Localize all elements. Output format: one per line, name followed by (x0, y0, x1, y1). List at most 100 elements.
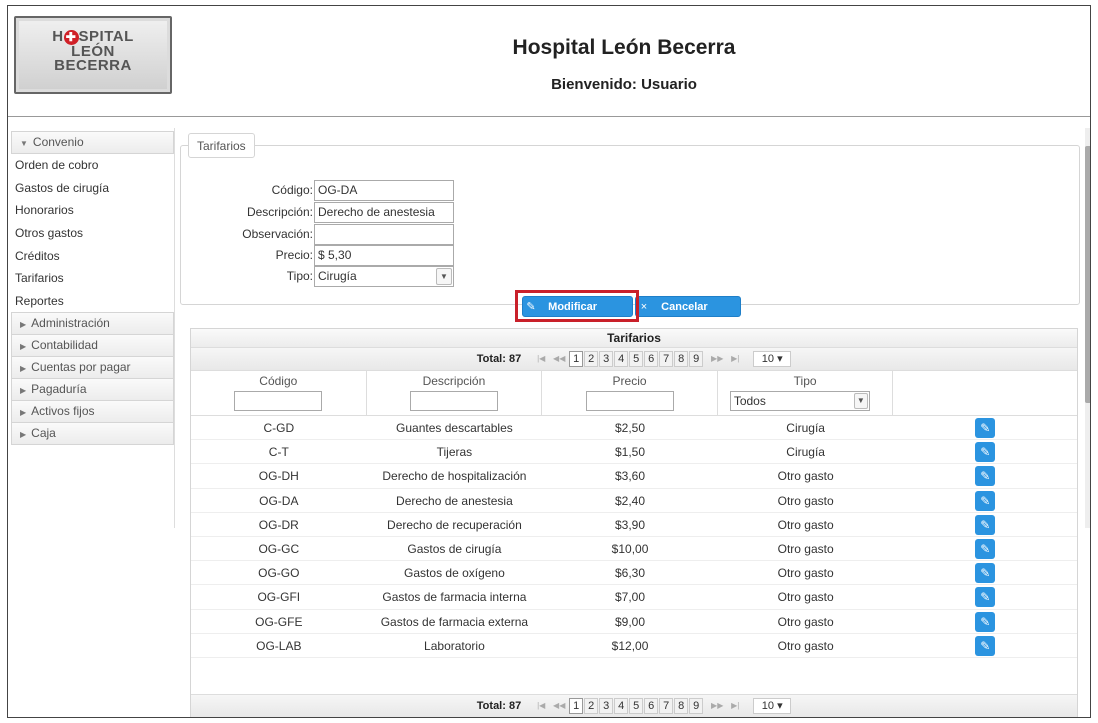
sidebar-section-convenio[interactable]: ▼ Convenio (11, 131, 174, 154)
next-page-icon[interactable]: ▶▶ (709, 351, 725, 367)
page-8[interactable]: 8 (674, 351, 689, 367)
tipo-select[interactable]: Cirugía ▼ (314, 265, 454, 287)
cancelar-button[interactable]: × Cancelar (635, 296, 741, 317)
edit-icon[interactable]: ✎ (975, 490, 996, 511)
page-2[interactable]: 2 (584, 698, 599, 714)
table-row[interactable]: OG-LAB Laboratorio $12,00 Otro gasto ✎ (191, 634, 1077, 658)
app-frame: H ✚ SPITAL LEÓN BECERRA Hospital León Becerr… (7, 5, 1091, 718)
table-row[interactable]: OG-GO Gastos de oxígeno $6,30 Otro gasto ✎ (191, 561, 1077, 586)
sidebar-section-cuentas-por-pagar[interactable]: ▶ Cuentas por pagar (11, 355, 174, 379)
chevron-down-icon[interactable]: ▼ (436, 267, 452, 285)
descripcion-row: Descripción: (208, 201, 454, 223)
sidebar-section-administracion[interactable]: ▶ Administración (11, 311, 174, 335)
paginator-bottom: Total: 87 |◀ ◀◀ 1 2 3 4 5 6 7 8 9 ▶▶ ▶| … (191, 694, 1077, 717)
prev-page-icon[interactable]: ◀◀ (551, 351, 567, 367)
first-page-icon[interactable]: |◀ (533, 351, 549, 367)
col-actions (893, 371, 1077, 415)
highlight-box (515, 290, 639, 322)
sidebar-item-gastos-de-cirugia[interactable]: Gastos de cirugía (11, 177, 174, 200)
scrollbar[interactable] (1085, 128, 1090, 528)
page-5[interactable]: 5 (629, 351, 644, 367)
codigo-label: Código: (271, 183, 313, 197)
precio-filter-input[interactable] (585, 391, 674, 411)
tipo-label: Tipo: (286, 269, 313, 283)
sidebar-section-caja[interactable]: ▶ Caja (11, 421, 174, 445)
first-page-icon[interactable]: |◀ (533, 698, 549, 714)
chevron-right-icon: ▶ (20, 341, 27, 351)
page-6[interactable]: 6 (644, 698, 659, 714)
rows-per-page-select[interactable]: 10 ▾ (753, 351, 792, 367)
table-row[interactable]: OG-GFI Gastos de farmacia interna $7,00 Otr… (191, 585, 1077, 610)
page-9[interactable]: 9 (689, 351, 704, 367)
edit-icon[interactable]: ✎ (975, 563, 996, 584)
chevron-right-icon: ▶ (20, 385, 27, 395)
col-codigo: Código (191, 371, 367, 415)
descripcion-field[interactable] (314, 201, 454, 223)
table-row[interactable]: OG-GFE Gastos de farmacia externa $9,00 Otr… (191, 610, 1077, 634)
last-page-icon[interactable]: ▶| (727, 351, 743, 367)
table-row[interactable]: C-GD Guantes descartables $2,50 Cirugía ✎ (191, 416, 1077, 441)
sidebar-item-orden-de-cobro[interactable]: Orden de cobro (11, 154, 174, 177)
sidebar-section-contabilidad[interactable]: ▶ Contabilidad (11, 333, 174, 357)
observacion-field[interactable] (314, 223, 454, 245)
edit-icon[interactable]: ✎ (975, 466, 996, 487)
sidebar-item-otros-gastos[interactable]: Otros gastos (11, 222, 174, 245)
edit-icon[interactable]: ✎ (975, 514, 996, 535)
page-3[interactable]: 3 (599, 698, 614, 714)
sidebar-item-creditos[interactable]: Créditos (11, 245, 174, 268)
table-row[interactable]: OG-DR Derecho de recuperación $3,90 Otro ga… (191, 513, 1077, 537)
page-4[interactable]: 4 (614, 351, 629, 367)
edit-icon[interactable]: ✎ (975, 538, 996, 559)
table-row[interactable]: OG-GC Gastos de cirugía $10,00 Otro gasto ✎ (191, 537, 1077, 562)
sidebar: ▼ Convenio Orden de cobro Gastos de cirug… (11, 131, 174, 445)
page-3[interactable]: 3 (599, 351, 614, 367)
table-row[interactable]: OG-DH Derecho de hospitalización $3,60 Otro… (191, 464, 1077, 489)
page-1[interactable]: 1 (569, 351, 584, 367)
rows-per-page-select[interactable]: 10 ▾ (753, 698, 792, 714)
precio-field[interactable] (314, 244, 454, 266)
edit-icon[interactable]: ✎ (975, 418, 996, 438)
total-count: Total: 87 (476, 353, 522, 365)
table-row[interactable]: C-T Tijeras $1,50 Cirugía ✎ (191, 440, 1077, 465)
codigo-filter-input[interactable] (234, 391, 323, 411)
page-2[interactable]: 2 (584, 351, 599, 367)
page-1[interactable]: 1 (569, 698, 584, 714)
edit-icon[interactable]: ✎ (975, 635, 996, 656)
edit-icon[interactable]: ✎ (975, 587, 996, 608)
scrollbar-thumb[interactable] (1085, 146, 1090, 403)
table-row[interactable]: OG-DA Derecho de anestesia $2,40 Otro gasto… (191, 489, 1077, 513)
header-divider (8, 116, 1090, 117)
last-page-icon[interactable]: ▶| (727, 698, 743, 714)
page-title: Hospital León Becerra (512, 36, 736, 59)
paginator-top: Total: 87 |◀ ◀◀ 1 2 3 4 5 6 7 8 9 ▶▶ ▶| … (191, 348, 1077, 371)
next-page-icon[interactable]: ▶▶ (709, 698, 725, 714)
sidebar-item-reportes[interactable]: Reportes (11, 290, 174, 313)
table-body: C-GD Guantes descartables $2,50 Cirugía ✎ C-… (191, 416, 1077, 658)
page-8[interactable]: 8 (674, 698, 689, 714)
descripcion-filter-input[interactable] (409, 391, 498, 411)
edit-icon[interactable]: ✎ (975, 611, 996, 632)
welcome-text: Bienvenido: Usuario (551, 76, 697, 93)
sidebar-section-activos-fijos[interactable]: ▶ Activos fijos (11, 399, 174, 423)
chevron-down-icon[interactable]: ▼ (853, 393, 868, 409)
tipo-row: Tipo: Cirugía ▼ (208, 265, 454, 287)
sidebar-section-pagaduria[interactable]: ▶ Pagaduría (11, 377, 174, 401)
sidebar-item-tarifarios[interactable]: Tarifarios (11, 267, 174, 290)
tipo-filter-select[interactable]: Todos ▼ (729, 391, 870, 411)
page-4[interactable]: 4 (614, 698, 629, 714)
prev-page-icon[interactable]: ◀◀ (551, 698, 567, 714)
page-7[interactable]: 7 (659, 351, 674, 367)
tarifarios-table: Tarifarios Total: 87 |◀ ◀◀ 1 2 3 4 5 6 7… (190, 328, 1078, 717)
edit-icon[interactable]: ✎ (975, 442, 996, 463)
observacion-label: Observación: (242, 227, 313, 241)
col-descripcion: Descripción (367, 371, 543, 415)
page-7[interactable]: 7 (659, 698, 674, 714)
page-9[interactable]: 9 (689, 698, 704, 714)
codigo-row: Código: (208, 179, 454, 201)
page-6[interactable]: 6 (644, 351, 659, 367)
sidebar-item-honorarios[interactable]: Honorarios (11, 199, 174, 222)
total-count: Total: 87 (476, 700, 522, 712)
page-5[interactable]: 5 (629, 698, 644, 714)
convenio-items: Orden de cobro Gastos de cirugía Honorar… (11, 154, 174, 313)
codigo-field[interactable] (314, 179, 454, 201)
